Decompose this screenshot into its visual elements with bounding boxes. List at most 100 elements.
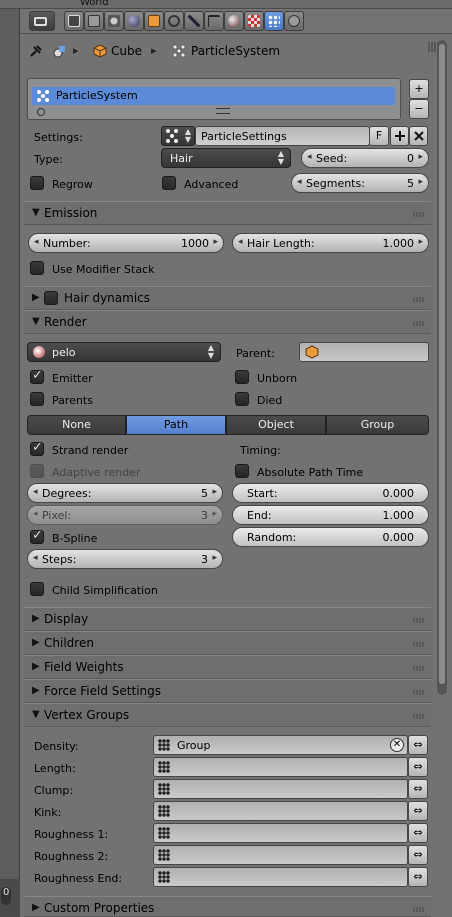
child-simplification-checkbox[interactable] [30,582,44,596]
decrement-arrow-icon[interactable]: ◂ [238,237,243,247]
panel-grip-icon[interactable] [413,690,425,695]
increment-arrow-icon[interactable]: ▸ [212,487,217,497]
pin-icon[interactable] [29,45,43,57]
vg-roughness-end-invert-button[interactable]: ⇔ [408,867,428,887]
vg-length-invert-button[interactable]: ⇔ [408,757,428,777]
use-modifier-stack-checkbox[interactable] [30,261,44,275]
adaptive-render-checkbox[interactable] [30,464,44,478]
remove-particle-system-button[interactable]: − [409,99,429,119]
texture-icon[interactable] [244,11,264,31]
increment-arrow-icon[interactable]: ▸ [212,553,217,563]
modifiers-icon[interactable] [184,11,204,31]
bspline-checkbox[interactable] [30,528,44,544]
vg-roughness-end-field[interactable] [153,867,408,887]
render-panel-header[interactable]: ▼ Render [24,310,431,334]
filter-options-icon[interactable] [37,108,45,116]
increment-arrow-icon[interactable]: ▸ [418,177,423,187]
strand-render-checkbox[interactable] [30,440,44,456]
emission-panel-header[interactable]: ▼ Emission [24,201,431,225]
render-icon[interactable] [64,11,84,31]
degrees-field[interactable]: ◂ Degrees: 5 ▸ [27,483,223,503]
parents-checkbox[interactable] [30,392,44,406]
settings-browse-button[interactable]: ▲ ▼ [161,126,195,146]
object-icon[interactable] [144,11,164,31]
vg-clump-field[interactable] [153,779,408,799]
field-weights-panel-header[interactable]: ▶ Field Weights [24,655,431,679]
new-settings-button[interactable] [390,126,409,146]
vertical-scrollbar[interactable] [437,40,447,695]
start-field[interactable]: Start: 0.000 [232,483,429,503]
vg-kink-invert-button[interactable]: ⇔ [408,801,428,821]
panel-grip-icon[interactable] [413,321,425,326]
panel-grip-icon[interactable] [413,907,425,912]
number-field[interactable]: ◂ Number: 1000 ▸ [28,233,224,253]
decrement-arrow-icon[interactable]: ◂ [34,237,39,247]
render-mode-none[interactable]: None [27,415,126,435]
scene-icon[interactable] [104,11,124,31]
hair-dynamics-checkbox[interactable] [44,291,58,305]
pixel-field[interactable]: ◂ Pixel: 3 ▸ [27,505,223,525]
decrement-arrow-icon[interactable]: ◂ [297,177,302,187]
random-field[interactable]: Random: 0.000 [232,527,429,547]
panel-grip-icon[interactable] [413,666,425,671]
decrement-arrow-icon[interactable]: ◂ [33,509,38,519]
increment-arrow-icon[interactable]: ▸ [418,237,423,247]
children-panel-header[interactable]: ▶ Children [24,631,431,655]
increment-arrow-icon[interactable]: ▸ [418,152,423,162]
unborn-checkbox[interactable] [235,370,249,384]
panel-grip-icon[interactable] [413,297,425,302]
render-layers-icon[interactable] [84,11,104,31]
vg-roughness2-field[interactable] [153,845,408,865]
vg-density-invert-button[interactable]: ⇔ [408,735,428,755]
emitter-checkbox[interactable] [30,368,44,384]
render-mode-object[interactable]: Object [226,415,326,435]
material-icon[interactable] [224,11,244,31]
advanced-checkbox[interactable] [162,176,176,190]
segments-field[interactable]: ◂ Segments: 5 ▸ [291,173,429,193]
vg-kink-field[interactable] [153,801,408,821]
end-field[interactable]: End: 1.000 [232,505,429,525]
decrement-arrow-icon[interactable]: ◂ [307,152,312,162]
panel-grip-icon[interactable] [413,714,425,719]
constraints-icon[interactable] [164,11,184,31]
vg-roughness2-invert-button[interactable]: ⇔ [408,845,428,865]
vg-clump-invert-button[interactable]: ⇔ [408,779,428,799]
increment-arrow-icon[interactable]: ▸ [212,509,217,519]
died-checkbox[interactable] [235,392,249,406]
type-dropdown[interactable]: Hair ▲ ▼ [161,148,291,168]
display-panel-header[interactable]: ▶ Display [24,607,431,631]
vg-density-field[interactable]: Group ✕ [153,735,408,755]
list-resize-handle[interactable] [216,108,230,114]
scrollbar-thumb[interactable] [439,44,445,684]
editor-type-icon[interactable] [29,11,55,31]
panel-grip-icon[interactable] [413,618,425,623]
regrow-checkbox[interactable] [30,176,44,190]
vg-roughness1-field[interactable] [153,823,408,843]
add-particle-system-button[interactable]: + [409,79,429,99]
absolute-path-time-checkbox[interactable] [235,464,249,478]
settings-name-field[interactable]: ParticleSettings [195,126,370,146]
physics-icon[interactable] [284,11,304,31]
decrement-arrow-icon[interactable]: ◂ [33,553,38,563]
vg-roughness1-invert-button[interactable]: ⇔ [408,823,428,843]
list-item[interactable]: ParticleSystem [32,87,395,105]
parent-field[interactable] [299,342,429,362]
vertex-groups-panel-header[interactable]: ▼ Vertex Groups [24,703,431,727]
data-icon[interactable] [204,11,224,31]
render-mode-group[interactable]: Group [326,415,429,435]
vg-length-field[interactable] [153,757,408,777]
world-icon[interactable] [124,11,144,31]
particles-icon[interactable] [264,11,284,31]
fake-user-button[interactable]: F [369,126,389,146]
decrement-arrow-icon[interactable]: ◂ [33,487,38,497]
material-dropdown[interactable]: pelo ▲ ▼ [27,342,221,362]
unlink-settings-button[interactable] [409,126,428,146]
increment-arrow-icon[interactable]: ▸ [213,237,218,247]
hair-length-field[interactable]: ◂ Hair Length: 1.000 ▸ [232,233,429,253]
panel-grip-icon[interactable] [413,212,425,217]
custom-properties-panel-header[interactable]: ▶ Custom Properties [24,896,431,917]
clear-field-icon[interactable]: ✕ [390,738,404,752]
panel-grip-icon[interactable] [413,642,425,647]
force-field-settings-panel-header[interactable]: ▶ Force Field Settings [24,679,431,703]
seed-field[interactable]: ◂ Seed: 0 ▸ [301,148,429,168]
